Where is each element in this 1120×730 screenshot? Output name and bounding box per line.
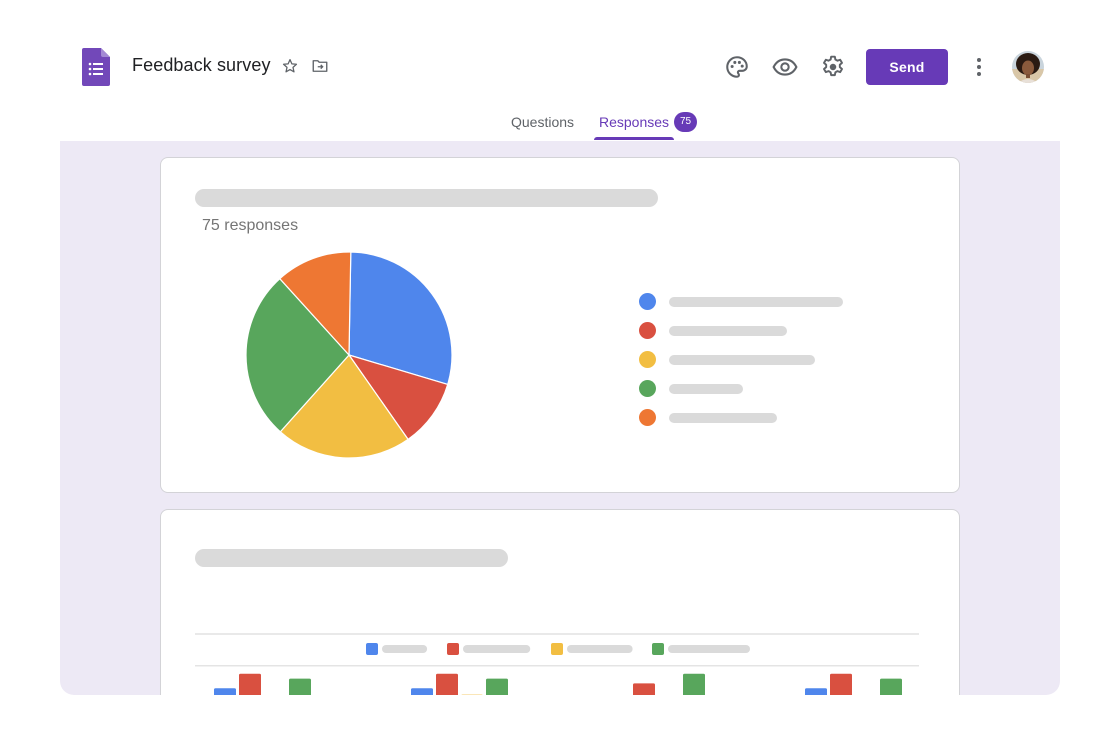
legend-label-placeholder bbox=[669, 297, 844, 307]
more-vert-icon[interactable] bbox=[971, 55, 987, 79]
legend-label-placeholder bbox=[669, 413, 777, 423]
responses-content: 75 responses bbox=[60, 141, 1060, 695]
palette-icon[interactable] bbox=[724, 54, 750, 80]
legend-color-dot bbox=[639, 322, 656, 339]
legend-color-dot bbox=[639, 351, 656, 368]
legend-item bbox=[639, 292, 899, 321]
avatar-image bbox=[1012, 51, 1044, 83]
question-title-placeholder bbox=[195, 189, 658, 207]
bar-legend-label-placeholder bbox=[668, 645, 750, 653]
bar-legend-swatch bbox=[447, 643, 459, 655]
settings-gear-icon[interactable] bbox=[820, 54, 846, 80]
responses-count-badge: 75 bbox=[674, 112, 697, 132]
bar-chart bbox=[195, 633, 919, 695]
pie-chart bbox=[245, 251, 453, 459]
pie-legend bbox=[639, 292, 899, 437]
move-to-folder-icon[interactable] bbox=[311, 57, 329, 75]
bar-legend-label-placeholder bbox=[463, 645, 531, 653]
bar-legend-swatch bbox=[652, 643, 664, 655]
bar[interactable] bbox=[289, 678, 311, 695]
bar[interactable] bbox=[411, 688, 433, 695]
bar[interactable] bbox=[436, 673, 458, 695]
send-button[interactable]: Send bbox=[866, 49, 948, 85]
forms-app: Feedback survey Send Questions Responses… bbox=[0, 0, 1120, 730]
legend-label-placeholder bbox=[669, 355, 815, 365]
user-avatar[interactable] bbox=[1012, 51, 1044, 83]
bar-summary-card bbox=[160, 509, 960, 695]
responses-count-text: 75 responses bbox=[202, 217, 299, 234]
bar[interactable] bbox=[633, 683, 655, 695]
bar[interactable] bbox=[214, 688, 236, 695]
legend-item bbox=[639, 379, 899, 408]
document-title[interactable]: Feedback survey bbox=[132, 55, 271, 76]
bar[interactable] bbox=[683, 673, 705, 695]
bar[interactable] bbox=[239, 673, 261, 695]
pie-summary-card: 75 responses bbox=[160, 157, 960, 493]
question-title-placeholder bbox=[195, 549, 508, 567]
legend-item bbox=[639, 350, 899, 379]
bar[interactable] bbox=[880, 678, 902, 695]
bar[interactable] bbox=[486, 678, 508, 695]
tab-bar: Questions Responses 75 bbox=[60, 108, 1060, 141]
bar[interactable] bbox=[830, 673, 852, 695]
header: Feedback survey Send Questions Responses… bbox=[60, 30, 1060, 141]
bar-legend-label-placeholder bbox=[567, 645, 633, 653]
active-tab-indicator bbox=[594, 137, 674, 140]
bar-legend-swatch bbox=[551, 643, 563, 655]
bar-legend-swatch bbox=[366, 643, 378, 655]
preview-eye-icon[interactable] bbox=[772, 54, 798, 80]
bar[interactable] bbox=[805, 688, 827, 695]
legend-label-placeholder bbox=[669, 326, 787, 336]
legend-item bbox=[639, 321, 899, 350]
forms-logo-icon[interactable] bbox=[82, 48, 110, 86]
tab-questions[interactable]: Questions bbox=[511, 114, 574, 141]
legend-color-dot bbox=[639, 293, 656, 310]
bar-legend-label-placeholder bbox=[382, 645, 428, 653]
star-icon[interactable] bbox=[281, 57, 299, 75]
legend-label-placeholder bbox=[669, 384, 744, 394]
legend-color-dot bbox=[639, 380, 656, 397]
legend-color-dot bbox=[639, 409, 656, 426]
legend-item bbox=[639, 408, 899, 437]
